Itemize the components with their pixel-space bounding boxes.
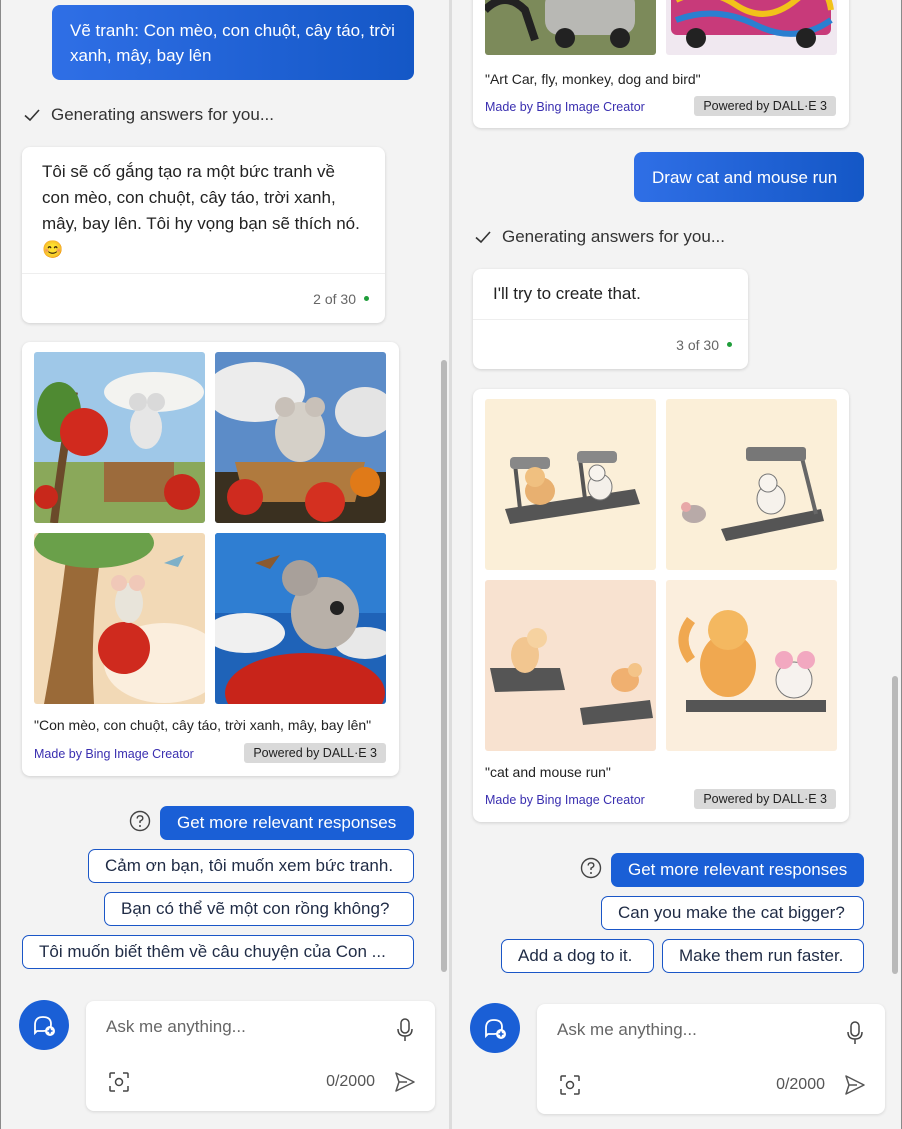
previous-powered-badge: Powered by DALL·E 3: [694, 96, 836, 116]
suggestion-chip-1[interactable]: Can you make the cat bigger?: [601, 896, 864, 930]
suggestion-chip-2[interactable]: Add a dog to it.: [501, 939, 654, 973]
generated-image-1[interactable]: [485, 399, 656, 570]
assistant-reply-card: Tôi sẽ cố gắng tạo ra một bức tranh về c…: [22, 147, 385, 323]
chat-input-box: 0/2000: [537, 1004, 885, 1114]
send-icon[interactable]: [843, 1073, 867, 1097]
generated-image-2[interactable]: [215, 352, 386, 523]
help-icon[interactable]: [580, 857, 602, 879]
art-car-image-1[interactable]: [485, 0, 656, 55]
suggestion-chip-3[interactable]: Tôi muốn biết thêm về câu chuyện của Con…: [22, 935, 414, 969]
reply-footer: 2 of 30: [22, 273, 385, 323]
made-by-bing-link[interactable]: Made by Bing Image Creator: [485, 793, 645, 807]
new-topic-button[interactable]: [470, 1003, 520, 1053]
left-scrollbar[interactable]: [441, 360, 447, 972]
help-icon[interactable]: [129, 810, 151, 832]
generating-text: Generating answers for you...: [51, 105, 275, 124]
turn-counter: 2 of 30: [313, 290, 356, 307]
left-chat-pane: Vẽ tranh: Con mèo, con chuột, cây táo, t…: [1, 0, 449, 1129]
visual-search-icon[interactable]: [108, 1071, 130, 1093]
right-scrollbar[interactable]: [892, 676, 898, 974]
generated-image-2[interactable]: [666, 399, 837, 570]
image-result-card: "cat and mouse run" Made by Bing Image C…: [473, 389, 849, 822]
image-caption: "Con mèo, con chuột, cây táo, trời xanh,…: [34, 717, 372, 733]
generated-image-4[interactable]: [215, 533, 386, 704]
generating-status: Generating answers for you...: [23, 105, 274, 125]
status-dot: [727, 342, 732, 347]
generated-image-3[interactable]: [485, 580, 656, 751]
generated-image-4[interactable]: [666, 580, 837, 751]
user-message: Vẽ tranh: Con mèo, con chuột, cây táo, t…: [52, 5, 414, 80]
checkmark-icon: [475, 231, 491, 244]
send-icon[interactable]: [393, 1070, 417, 1094]
art-car-image-2[interactable]: [666, 0, 837, 55]
made-by-bing-link[interactable]: Made by Bing Image Creator: [34, 747, 194, 761]
chat-input-box: 0/2000: [86, 1001, 435, 1111]
checkmark-icon: [24, 109, 40, 122]
reply-footer: 3 of 30: [473, 319, 748, 369]
character-counter: 0/2000: [326, 1073, 375, 1090]
previous-image-caption: "Art Car, fly, monkey, dog and bird": [485, 71, 701, 87]
assistant-reply-text: I'll try to create that.: [493, 284, 641, 303]
status-dot: [364, 296, 369, 301]
suggestion-chip-2[interactable]: Bạn có thể vẽ một con rồng không?: [104, 892, 414, 926]
previous-made-by-link[interactable]: Made by Bing Image Creator: [485, 100, 645, 114]
powered-by-badge: Powered by DALL·E 3: [694, 789, 836, 809]
right-chat-pane: "Art Car, fly, monkey, dog and bird" Mad…: [452, 0, 901, 1129]
turn-counter: 3 of 30: [676, 336, 719, 353]
user-message: Draw cat and mouse run: [634, 152, 864, 202]
image-result-card: "Con mèo, con chuột, cây táo, trời xanh,…: [22, 342, 399, 776]
visual-search-icon[interactable]: [559, 1074, 581, 1096]
powered-by-badge: Powered by DALL·E 3: [244, 743, 386, 763]
suggestion-chip-1[interactable]: Cảm ơn bạn, tôi muốn xem bức tranh.: [88, 849, 414, 883]
microphone-icon[interactable]: [845, 1020, 865, 1046]
previous-image-card: "Art Car, fly, monkey, dog and bird" Mad…: [473, 0, 849, 128]
chat-input[interactable]: [106, 1017, 376, 1037]
generating-status: Generating answers for you...: [474, 227, 725, 247]
new-topic-button[interactable]: [19, 1000, 69, 1050]
assistant-reply-text: Tôi sẽ cố gắng tạo ra một bức tranh về c…: [42, 162, 360, 259]
image-caption: "cat and mouse run": [485, 764, 611, 780]
assistant-reply-card: I'll try to create that. 3 of 30: [473, 269, 748, 369]
get-relevant-responses-button[interactable]: Get more relevant responses: [160, 806, 414, 840]
character-counter: 0/2000: [776, 1076, 825, 1093]
suggestion-chip-3[interactable]: Make them run faster.: [662, 939, 864, 973]
generated-image-1[interactable]: [34, 352, 205, 523]
get-relevant-responses-button[interactable]: Get more relevant responses: [611, 853, 864, 887]
new-chat-icon: [34, 1016, 55, 1036]
generated-image-3[interactable]: [34, 533, 205, 704]
microphone-icon[interactable]: [395, 1017, 415, 1043]
new-chat-icon: [485, 1019, 506, 1039]
generating-text: Generating answers for you...: [502, 227, 726, 246]
chat-input[interactable]: [557, 1020, 827, 1040]
